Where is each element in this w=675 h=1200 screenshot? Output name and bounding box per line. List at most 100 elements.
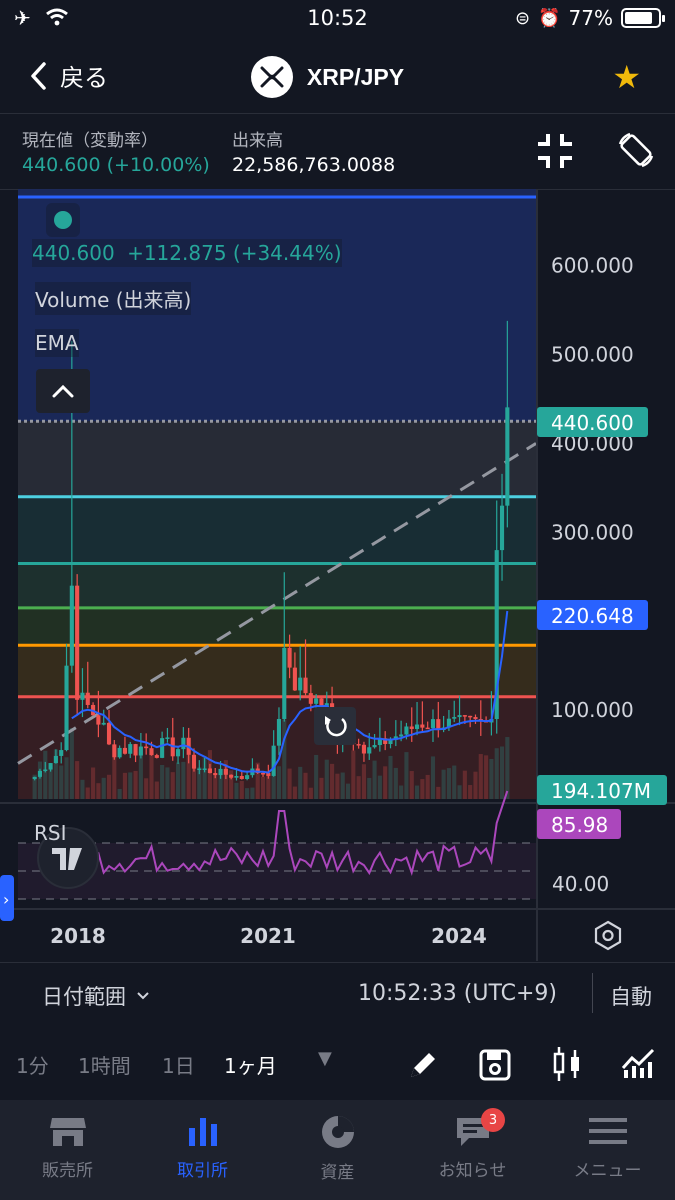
candle-body [245, 775, 250, 779]
volume-bar [361, 764, 366, 799]
tab-label: 資産 [320, 1163, 355, 1183]
volume-bar [367, 777, 372, 799]
xrp-logo-icon [250, 56, 293, 98]
candle-body [420, 724, 425, 728]
fib-zone [18, 607, 536, 646]
reset-chart-button[interactable] [314, 707, 356, 745]
volume-bar [117, 788, 122, 799]
rotate-screen-icon[interactable] [616, 130, 656, 174]
candle-body [468, 715, 473, 718]
volume-bar [69, 728, 74, 799]
fullscreen-exit-icon[interactable] [536, 132, 574, 174]
candle-body [165, 737, 170, 739]
drawer-chevron-icon: › [3, 890, 9, 909]
collapse-legend-button[interactable] [36, 369, 90, 413]
candle-body [202, 768, 207, 770]
candle-body [292, 667, 297, 691]
candle-body [361, 744, 366, 754]
alarm-icon: ⏰ [538, 7, 561, 29]
tab-label: 取引所 [177, 1161, 228, 1181]
battery-percent: 77% [568, 6, 613, 30]
store-icon [49, 1118, 86, 1146]
tab-label: 販売所 [42, 1161, 93, 1181]
period-dropdown-icon[interactable]: ▼ [318, 1048, 332, 1069]
fib-zone [18, 421, 536, 497]
legend-toggle[interactable] [46, 203, 80, 237]
favorite-star-icon[interactable]: ★ [612, 58, 641, 96]
candle-body [122, 747, 127, 754]
volume-bar [250, 787, 255, 799]
volume-bar [335, 773, 340, 799]
candle-body [133, 744, 138, 756]
y-axis: 700.000600.000500.000400.000300.000200.0… [551, 254, 634, 722]
tab-exchange-shop[interactable]: 販売所 [0, 1100, 135, 1200]
candle-body [415, 724, 420, 729]
candle-body [53, 755, 58, 764]
draw-tool-icon[interactable] [406, 1048, 440, 1086]
tab-label: メニュー [573, 1161, 642, 1181]
volume-bar [239, 780, 244, 799]
bar-chart-icon [188, 1118, 217, 1146]
candle-body [181, 737, 186, 750]
date-range-button[interactable]: 日付範囲 [42, 981, 150, 1011]
volume-label: 出来高 [232, 131, 283, 151]
candle-body [213, 773, 218, 776]
candle-body [80, 692, 85, 700]
range-divider [592, 973, 593, 1013]
chart-time[interactable]: 10:52:33 (UTC+9) [358, 981, 557, 1006]
tab-exchange[interactable]: 取引所 [135, 1100, 270, 1200]
volume-bar [420, 779, 425, 799]
indicators-icon[interactable] [620, 1046, 658, 1084]
period-1month[interactable]: 1ヶ月 [224, 1050, 277, 1079]
candle-body [207, 768, 212, 774]
price-chart[interactable]: 700.000600.000500.000400.000300.000200.0… [0, 189, 675, 961]
status-bar: ✈ 10:52 ⊜ ⏰ 77% [0, 0, 675, 38]
candle-body [59, 750, 64, 756]
candle-type-icon[interactable] [550, 1044, 584, 1088]
tab-assets[interactable]: 資産 [270, 1100, 405, 1200]
auto-scale-button[interactable]: 自動 [610, 981, 652, 1011]
volume-bar [96, 783, 101, 799]
candle-body [308, 693, 313, 704]
candle-body [85, 692, 90, 705]
volume-bar [388, 755, 393, 799]
volume-bar [85, 787, 90, 799]
tab-menu[interactable]: メニュー [540, 1100, 675, 1200]
legend-volume[interactable]: Volume (出来高) [35, 282, 192, 315]
tab-bar: 販売所 取引所 資産 3 お知らせ メニュー [0, 1100, 675, 1200]
tab-notices[interactable]: 3 お知らせ [405, 1100, 540, 1200]
ticker-info: 現在値（変動率） 440.600 (+10.00%) 出来高 22,586,76… [0, 114, 675, 190]
save-layout-icon[interactable] [478, 1048, 512, 1086]
fib-zone [18, 563, 536, 608]
candle-body [473, 717, 478, 720]
legend-ohlc: 440.600 +112.875 (+34.44%) [32, 239, 342, 267]
volume-bar [91, 767, 96, 799]
status-right: ⊜ ⏰ 77% [515, 6, 665, 30]
candle-body [218, 768, 223, 776]
candle-body [149, 748, 154, 756]
volume-bar [149, 753, 154, 799]
legend-price: 440.600 [32, 241, 115, 265]
volume-bar [165, 767, 170, 799]
period-1min[interactable]: 1分 [16, 1050, 49, 1079]
candle-body [48, 763, 53, 770]
volume-bar [138, 751, 143, 799]
volume-bar [330, 763, 335, 799]
price-badge: 440.600 [551, 411, 634, 435]
volume-bar [356, 776, 361, 799]
volume-bar [154, 781, 159, 799]
candle-body [505, 407, 510, 506]
volume-bar [75, 761, 80, 799]
notification-badge: 3 [481, 1108, 505, 1132]
volume-bar [133, 770, 138, 799]
candle-body [37, 770, 43, 777]
legend-change: +112.875 (+34.44%) [127, 241, 342, 265]
date-range-label: 日付範囲 [42, 985, 126, 1009]
volume-bar [484, 755, 489, 799]
chart-settings-icon[interactable] [594, 920, 622, 951]
legend-dot-icon [54, 211, 72, 229]
legend-ema[interactable]: EMA [35, 329, 79, 357]
period-1day[interactable]: 1日 [162, 1050, 195, 1079]
period-1hour[interactable]: 1時間 [78, 1050, 131, 1079]
fib-zones [18, 189, 536, 799]
